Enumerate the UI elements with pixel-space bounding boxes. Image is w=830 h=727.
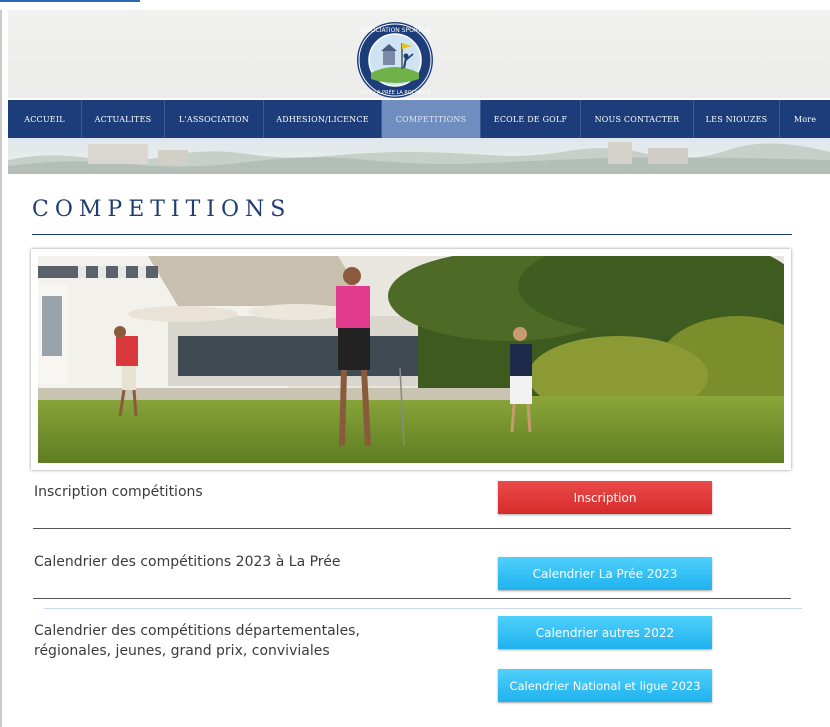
nav-item-accueil[interactable]: ACCUEIL [8, 100, 82, 138]
nav-item-ecole-de-golf[interactable]: ECOLE DE GOLF [481, 100, 581, 138]
logo-text-bottom: GOLF LA PRÉE LA ROCHELLE [359, 88, 431, 96]
inscription-label: Inscription compétitions [34, 484, 203, 500]
left-border [0, 10, 2, 727]
nav-item-nous-contacter[interactable]: NOUS CONTACTER [581, 100, 694, 138]
inscription-button[interactable]: Inscription [498, 481, 712, 514]
golf-course-photo [38, 256, 784, 463]
calendar-national-button[interactable]: Calendrier National et ligue 2023 [498, 669, 712, 702]
photo-frame [31, 249, 791, 470]
calendar-other-button[interactable]: Calendrier autres 2022 [498, 616, 712, 649]
nav-item-competitions[interactable]: COMPETITIONS [382, 100, 481, 138]
nav-item-actualites[interactable]: ACTUALITES [82, 100, 165, 138]
nav-item-adhesion[interactable]: ADHESION/LICENCE [264, 100, 382, 138]
calendar-other-label-line2: régionales, jeunes, grand prix, convivia… [34, 643, 330, 659]
nav-item-les-niouzes[interactable]: LES NIOUZES [694, 100, 780, 138]
nav-item-more[interactable]: More [780, 100, 830, 138]
main-navigation: ACCUEIL ACTUALITES L'ASSOCIATION ADHESIO… [8, 100, 830, 138]
calendar-other-label-line1: Calendrier des compétitions départementa… [34, 623, 360, 639]
section-divider-2 [33, 598, 791, 599]
top-accent-line [0, 0, 140, 2]
calendar-lapree-label: Calendrier des compétitions 2023 à La Pr… [34, 554, 341, 570]
nav-item-association[interactable]: L'ASSOCIATION [165, 100, 264, 138]
calendar-lapree-button[interactable]: Calendrier La Prée 2023 [498, 557, 712, 590]
site-header: ASSOCIATION SPORTIVE GOLF LA PRÉE LA ROC… [8, 10, 830, 98]
page-title: COMPETITIONS [32, 197, 292, 222]
header-banner-image [8, 138, 830, 174]
club-logo[interactable]: ASSOCIATION SPORTIVE GOLF LA PRÉE LA ROC… [356, 21, 434, 99]
title-underline [32, 234, 792, 235]
section-divider-1 [33, 528, 791, 529]
logo-text-top: ASSOCIATION SPORTIVE [359, 27, 431, 34]
section-divider-2-light [44, 608, 802, 609]
